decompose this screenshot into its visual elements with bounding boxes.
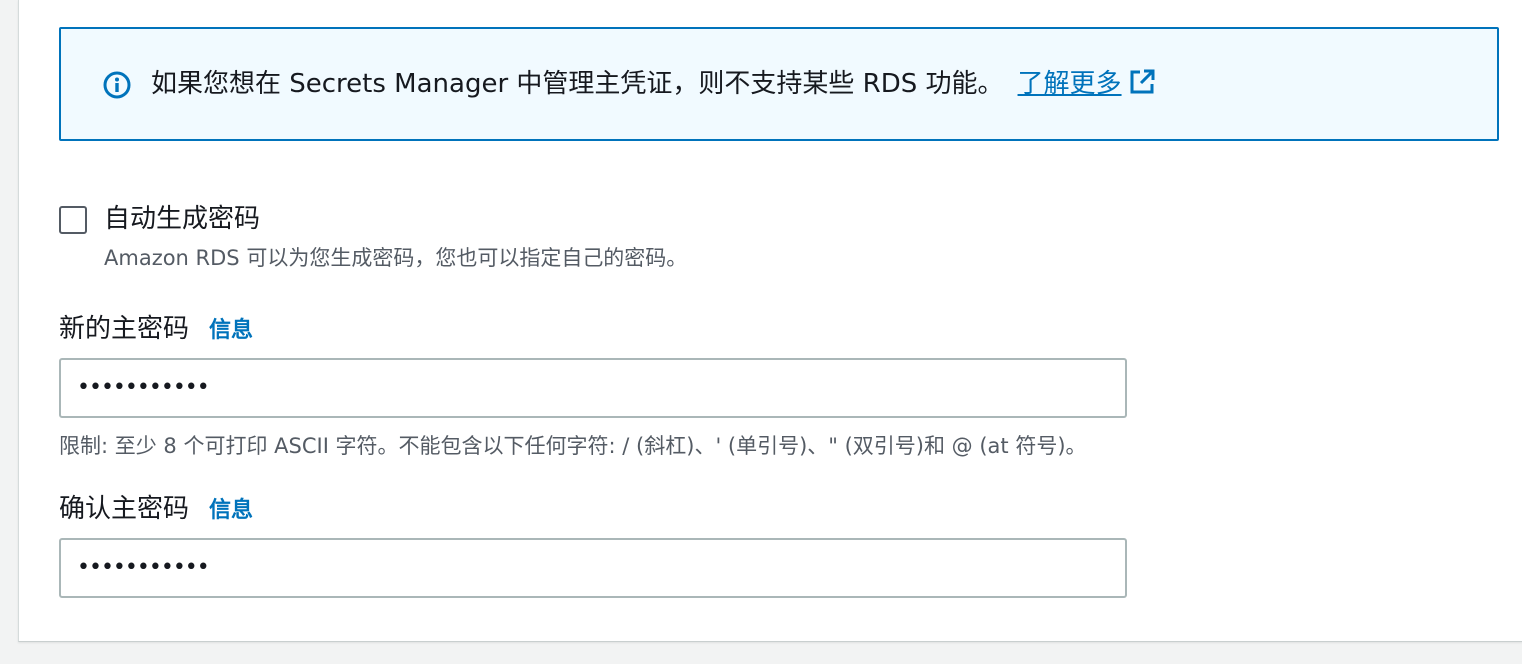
new-password-value[interactable]: •••••••••••	[77, 374, 210, 402]
learn-more-label[interactable]: 了解更多	[1018, 69, 1122, 99]
alert-message: 如果您想在 Secrets Manager 中管理主凭证，则不支持某些 RDS …	[151, 69, 1004, 99]
password-constraint-text: 限制: 至少 8 个可打印 ASCII 字符。不能包含以下任何字符: / (斜杠…	[59, 434, 1087, 458]
new-password-label: 新的主密码	[59, 314, 190, 344]
new-password-input[interactable]: •••••••••••	[59, 358, 1127, 418]
auto-generate-label[interactable]: 自动生成密码	[104, 202, 260, 236]
credentials-panel: 如果您想在 Secrets Manager 中管理主凭证，则不支持某些 RDS …	[18, 0, 1522, 642]
confirm-password-label: 确认主密码	[59, 494, 190, 524]
info-alert: 如果您想在 Secrets Manager 中管理主凭证，则不支持某些 RDS …	[59, 27, 1499, 141]
new-password-label-row: 新的主密码 信息	[59, 312, 253, 348]
info-circle-icon	[103, 71, 131, 99]
external-link-icon[interactable]	[1128, 68, 1156, 96]
alert-message-row: 如果您想在 Secrets Manager 中管理主凭证，则不支持某些 RDS …	[151, 67, 1156, 101]
confirm-password-label-row: 确认主密码 信息	[59, 492, 253, 528]
new-password-info-link[interactable]: 信息	[209, 318, 253, 343]
auto-generate-description: Amazon RDS 可以为您生成密码，您也可以指定自己的密码。	[104, 246, 688, 270]
learn-more-link[interactable]: 了解更多	[1018, 69, 1156, 99]
auto-generate-checkbox[interactable]	[59, 206, 87, 234]
confirm-password-info-link[interactable]: 信息	[209, 498, 253, 523]
confirm-password-input[interactable]: •••••••••••	[59, 538, 1127, 598]
confirm-password-value[interactable]: •••••••••••	[77, 554, 210, 582]
